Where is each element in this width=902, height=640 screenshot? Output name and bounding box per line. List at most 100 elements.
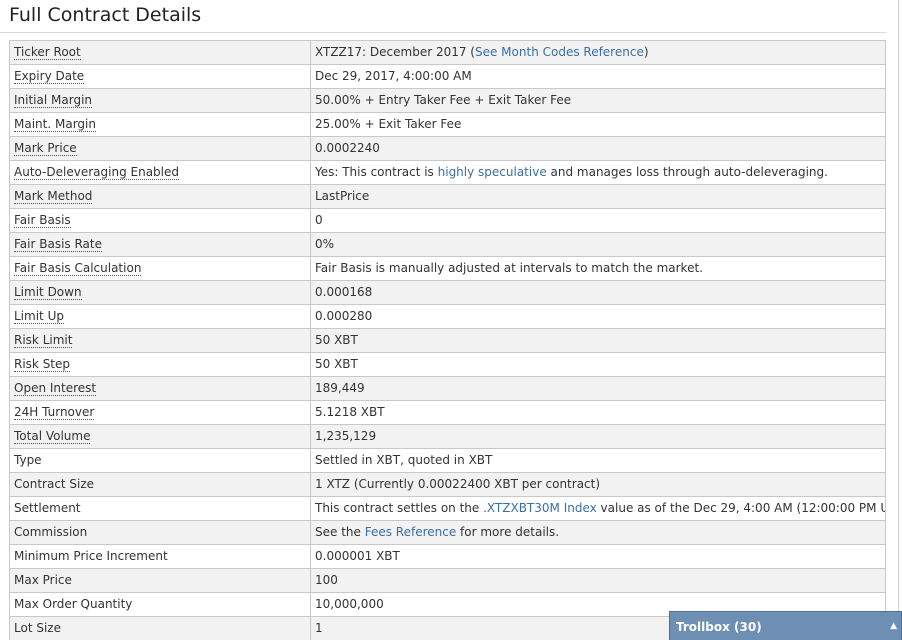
reference-link[interactable]: highly speculative [438,165,547,179]
row-key-cell: 24H Turnover [9,400,311,425]
table-row: Type Settled in XBT, quoted in XBT [9,448,886,473]
row-value-text: 50 XBT [315,333,358,347]
reference-link[interactable]: See Month Codes Reference [475,45,644,59]
contract-details-body: Ticker Root XTZZ17: December 2017 (See Mo… [9,40,886,640]
row-value-cell: 0.000001 XBT [310,544,886,569]
row-key-tooltip-label[interactable]: Fair Basis Calculation [14,261,142,276]
contract-details-page: Full Contract Details Ticker Root XTZZ17:… [0,0,902,640]
reference-link[interactable]: Fees Reference [365,525,457,539]
row-value-cell: Fair Basis is manually adjusted at inter… [310,256,886,281]
row-value-text: 0.000280 [315,309,373,323]
table-row: Maint. Margin 25.00% + Exit Taker Fee [9,112,886,137]
row-value-cell: 50 XBT [310,352,886,377]
row-value-cell: 189,449 [310,376,886,401]
row-value-text: for more details. [456,525,560,539]
table-row: Risk Step 50 XBT [9,352,886,377]
row-value-cell: 1,235,129 [310,424,886,449]
row-value-cell: 50.00% + Entry Taker Fee + Exit Taker Fe… [310,88,886,113]
row-key-cell: Commission [9,520,311,545]
row-key-label: Max Order Quantity [14,597,133,611]
row-value-cell: 0.000168 [310,280,886,305]
row-key-label: Lot Size [14,621,61,635]
row-key-cell: Limit Down [9,280,311,305]
row-value-cell: XTZZ17: December 2017 (See Month Codes R… [310,40,886,65]
row-value-text: 0% [315,237,335,251]
row-value-cell: 0.000280 [310,304,886,329]
table-row: Open Interest 189,449 [9,376,886,401]
row-key-tooltip-label[interactable]: 24H Turnover [14,405,95,420]
row-value-text: Yes: This contract is [315,165,438,179]
row-value-cell: 100 [310,568,886,593]
row-value-text: 50 XBT [315,357,358,371]
table-row: Minimum Price Increment 0.000001 XBT [9,544,886,569]
row-key-tooltip-label[interactable]: Fair Basis Rate [14,237,102,252]
row-key-tooltip-label[interactable]: Risk Step [14,357,71,372]
row-key-cell: Fair Basis Rate [9,232,311,257]
row-key-tooltip-label[interactable]: Risk Limit [14,333,73,348]
row-key-cell: Maint. Margin [9,112,311,137]
row-key-cell: Auto-Deleveraging Enabled [9,160,311,185]
row-key-label: Commission [14,525,88,539]
row-value-text: 100 [315,573,338,587]
row-key-tooltip-label[interactable]: Initial Margin [14,93,93,108]
table-row: Risk Limit 50 XBT [9,328,886,353]
row-key-cell: Max Price [9,568,311,593]
row-value-text: 10,000,000 [315,597,384,611]
trollbox-toggle[interactable]: Trollbox (30) ▲ [669,611,902,640]
row-key-label: Settlement [14,501,81,515]
row-key-tooltip-label[interactable]: Open Interest [14,381,97,396]
row-key-cell: Contract Size [9,472,311,497]
reference-link[interactable]: .XTZXBT30M Index [483,501,597,515]
table-row: Max Price 100 [9,568,886,593]
table-row: Auto-Deleveraging Enabled Yes: This contr… [9,160,886,185]
row-value-cell: 0 [310,208,886,233]
row-value-text: 0 [315,213,323,227]
row-key-tooltip-label[interactable]: Ticker Root [14,45,81,60]
table-row: Fair Basis Rate 0% [9,232,886,257]
row-value-cell: 0.0002240 [310,136,886,161]
table-row: Limit Down 0.000168 [9,280,886,305]
table-row: Limit Up 0.000280 [9,304,886,329]
row-key-tooltip-label[interactable]: Limit Up [14,309,64,324]
row-key-tooltip-label[interactable]: Expiry Date [14,69,85,84]
table-row: Fair Basis Calculation Fair Basis is manu… [9,256,886,281]
row-key-cell: Total Volume [9,424,311,449]
row-key-tooltip-label[interactable]: Limit Down [14,285,82,300]
table-row: 24H Turnover 5.1218 XBT [9,400,886,425]
row-value-text: This contract settles on the [315,501,484,515]
row-value-text: Settled in XBT, quoted in XBT [315,453,493,467]
title-bar: Full Contract Details [0,0,886,33]
row-key-cell: Limit Up [9,304,311,329]
row-key-tooltip-label[interactable]: Auto-Deleveraging Enabled [14,165,180,180]
row-key-tooltip-label[interactable]: Mark Price [14,141,77,156]
caret-up-icon: ▲ [890,621,897,631]
row-value-cell: Dec 29, 2017, 4:00:00 AM [310,64,886,89]
table-row: Ticker Root XTZZ17: December 2017 (See Mo… [9,40,886,65]
scrollbar-edge [898,0,899,640]
row-value-text: Fair Basis is manually adjusted at inter… [315,261,703,275]
row-key-tooltip-label[interactable]: Fair Basis [14,213,71,228]
row-value-text: 5.1218 XBT [315,405,385,419]
row-value-text: 50.00% + Entry Taker Fee + Exit Taker Fe… [315,93,572,107]
table-row: Commission See the Fees Reference for mor… [9,520,886,545]
row-key-cell: Fair Basis [9,208,311,233]
row-key-cell: Max Order Quantity [9,592,311,617]
row-value-text: value as of the Dec 29, 4:00 AM (12:00:0… [596,501,886,515]
table-row: Contract Size 1 XTZ (Currently 0.00022400… [9,472,886,497]
row-value-cell: 1 XTZ (Currently 0.00022400 XBT per cont… [310,472,886,497]
trollbox-label: Trollbox (30) [676,620,762,634]
row-value-text: 1 [315,621,323,635]
row-key-cell: Initial Margin [9,88,311,113]
row-key-tooltip-label[interactable]: Total Volume [14,429,91,444]
row-key-cell: Mark Price [9,136,311,161]
row-value-cell: 0% [310,232,886,257]
row-value-cell: This contract settles on the .XTZXBT30M … [310,496,886,521]
row-key-tooltip-label[interactable]: Maint. Margin [14,117,96,132]
row-key-label: Minimum Price Increment [14,549,168,563]
row-key-tooltip-label[interactable]: Mark Method [14,189,93,204]
row-key-cell: Fair Basis Calculation [9,256,311,281]
row-value-cell: 50 XBT [310,328,886,353]
row-value-cell: See the Fees Reference for more details. [310,520,886,545]
row-key-label: Type [14,453,42,467]
table-row: Expiry Date Dec 29, 2017, 4:00:00 AM [9,64,886,89]
